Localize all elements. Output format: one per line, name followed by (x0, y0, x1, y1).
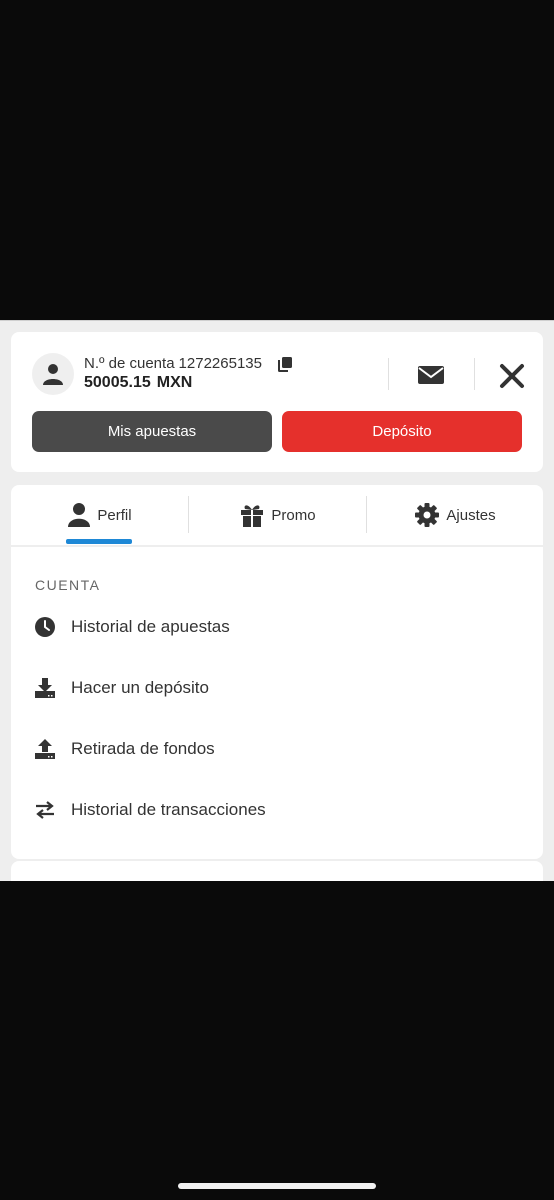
clock-icon (35, 617, 55, 637)
active-tab-indicator (66, 539, 132, 544)
swap-arrows-icon (36, 801, 54, 819)
gear-icon (415, 503, 440, 527)
home-indicator[interactable] (178, 1183, 376, 1189)
balance-amount: 50005.15 (84, 374, 151, 391)
divider (474, 358, 475, 390)
menu-item-betting-history[interactable]: Historial de apuestas (11, 605, 543, 649)
account-sheet: N.º de cuenta 1272265135 50005.15 MXN Mis … (0, 320, 554, 881)
deposit-button[interactable]: Depósito (282, 411, 522, 452)
account-balance: 50005.15 MXN (84, 374, 192, 392)
divider (388, 358, 389, 390)
menu-item-transaction-history[interactable]: Historial de transacciones (11, 788, 543, 832)
my-bets-button[interactable]: Mis apuestas (32, 411, 272, 452)
tab-promo[interactable]: Promo (189, 485, 366, 545)
account-number-label: N.º de cuenta (84, 355, 175, 372)
menu-item-withdrawal[interactable]: Retirada de fondos (11, 727, 543, 771)
account-number: 1272265135 (178, 355, 262, 372)
balance-currency: MXN (156, 374, 193, 391)
copy-icon[interactable] (277, 356, 293, 372)
tab-ajustes[interactable]: Ajustes (367, 485, 543, 545)
menu-item-label: Retirada de fondos (71, 739, 215, 758)
tab-label: Promo (271, 506, 316, 524)
screen: N.º de cuenta 1272265135 50005.15 MXN Mis … (0, 0, 554, 1200)
next-section-card (11, 861, 543, 881)
tab-label: Ajustes (446, 506, 496, 524)
person-icon (68, 503, 91, 527)
close-icon[interactable] (497, 361, 527, 391)
tab-bar: Perfil Promo Ajustes (11, 485, 543, 545)
account-card: N.º de cuenta 1272265135 50005.15 MXN Mis … (11, 332, 543, 472)
menu-item-make-deposit[interactable]: Hacer un depósito (11, 666, 543, 710)
account-number-line: N.º de cuenta 1272265135 (84, 355, 262, 372)
menu-item-label: Hacer un depósito (71, 678, 209, 697)
tab-perfil[interactable]: Perfil (11, 485, 188, 545)
tab-label: Perfil (97, 506, 132, 524)
menu-item-label: Historial de transacciones (71, 800, 266, 819)
avatar (32, 353, 74, 395)
user-icon (43, 364, 63, 385)
menu-item-label: Historial de apuestas (71, 617, 230, 636)
upload-tray-icon (35, 739, 55, 759)
download-tray-icon (35, 678, 55, 698)
gift-icon (241, 505, 264, 527)
mail-icon[interactable] (416, 361, 446, 389)
account-menu: CUENTA Historial de apuestas Hacer un de… (11, 547, 543, 859)
section-title: CUENTA (35, 577, 101, 593)
